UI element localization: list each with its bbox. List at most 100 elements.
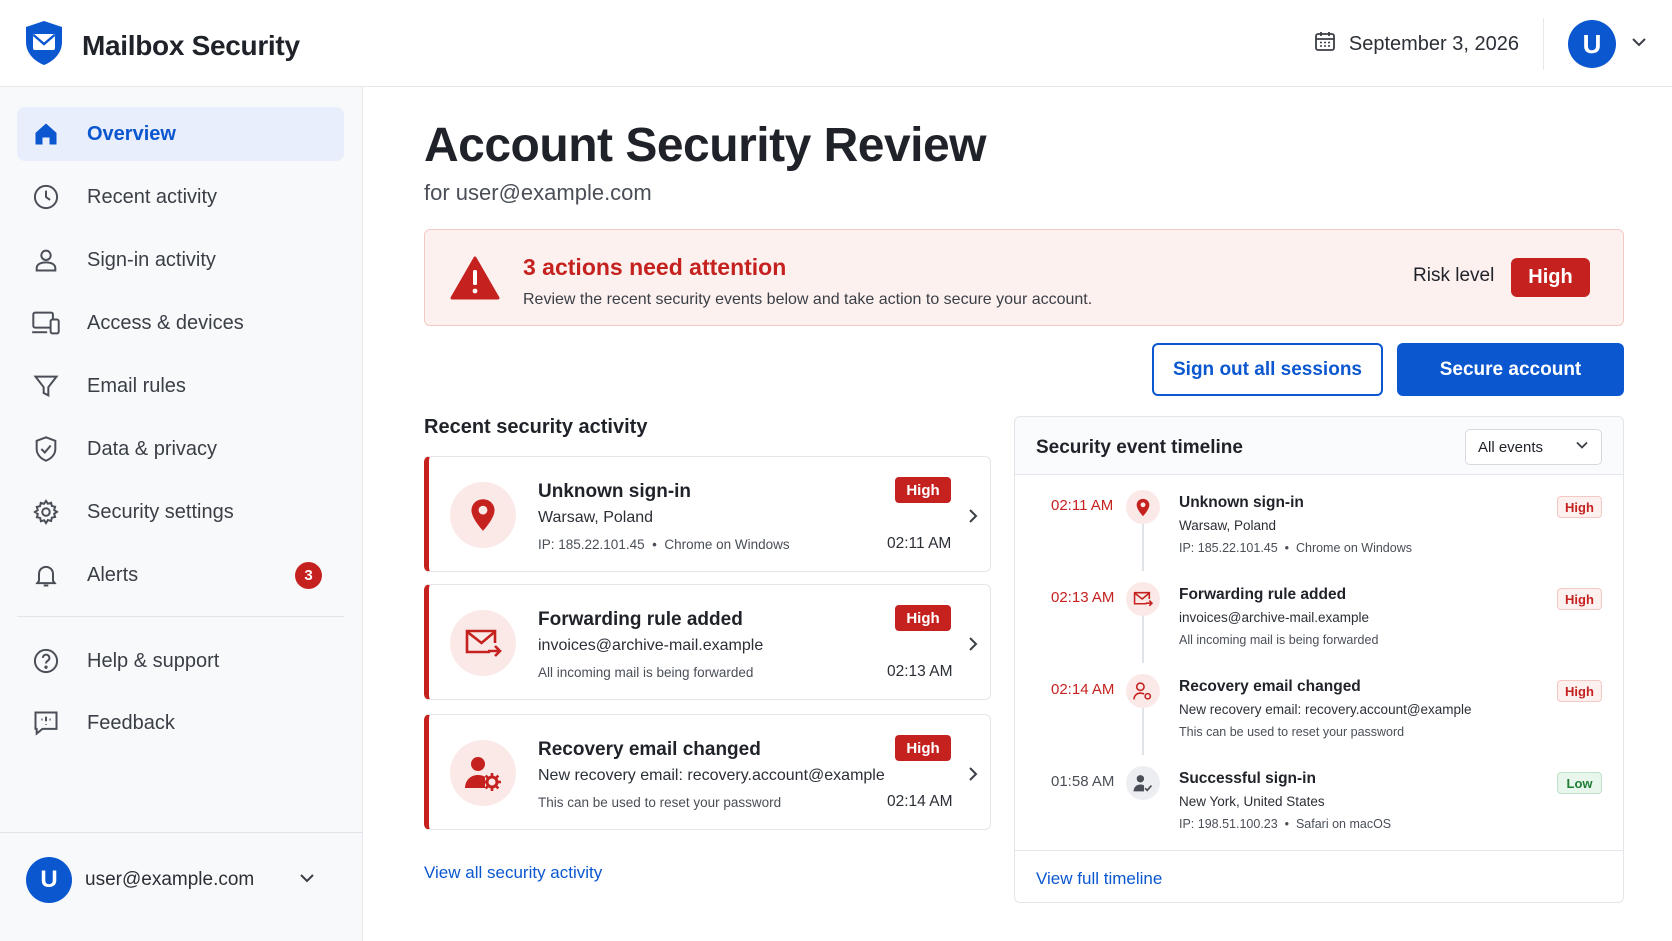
activity-card-unknown-sign-in[interactable]: Unknown sign-in Warsaw, Poland IP: 185.2… <box>424 456 991 572</box>
devices-icon <box>31 308 61 338</box>
top-right: September 3, 2026 U <box>1313 18 1648 70</box>
alert-title: 3 actions need attention <box>523 254 787 280</box>
page-subtitle: for user@example.com <box>424 180 652 205</box>
chevron-down-icon[interactable] <box>1630 33 1648 56</box>
location-pin-icon <box>450 482 516 548</box>
event-title: Forwarding rule added <box>1179 586 1347 603</box>
activity-detail: Warsaw, Poland <box>538 509 654 526</box>
sidebar-item-label: Feedback <box>87 711 175 734</box>
sidebar-item-label: Email rules <box>87 374 186 397</box>
timeline-title: Security event timeline <box>1036 437 1243 458</box>
date-display: September 3, 2026 <box>1313 18 1544 70</box>
severity-badge: High <box>1557 680 1602 702</box>
view-full-timeline-link[interactable]: View full timeline <box>1036 869 1162 889</box>
timeline-connector <box>1142 613 1144 663</box>
event-meta: IP: 198.51.100.23 • Safari on macOS <box>1179 817 1392 831</box>
bell-icon <box>31 560 61 590</box>
event-title: Unknown sign-in <box>1179 494 1304 511</box>
activity-meta: This can be used to reset your password <box>538 795 782 810</box>
sidebar-divider <box>17 616 344 617</box>
sidebar-item-label: Help & support <box>87 649 220 672</box>
sidebar-item-access-devices[interactable]: Access & devices <box>17 296 344 350</box>
security-event-timeline: Security event timeline All events 02:11… <box>1014 416 1624 903</box>
view-all-security-activity-link[interactable]: View all security activity <box>424 863 602 883</box>
recent-activity-title: Recent security activity <box>424 416 648 438</box>
page-title: Account Security Review <box>424 119 987 172</box>
activity-time: 02:14 AM <box>887 793 953 810</box>
timeline-connector <box>1142 521 1144 571</box>
event-title: Successful sign-in <box>1179 770 1316 787</box>
sidebar-item-label: Data & privacy <box>87 437 218 460</box>
brand[interactable]: Mailbox Security <box>24 20 300 71</box>
event-meta: This can be used to reset your password <box>1179 725 1405 739</box>
activity-time: 02:13 AM <box>887 663 953 680</box>
alerts-count-badge: 3 <box>295 562 322 589</box>
sidebar-item-sign-in-activity[interactable]: Sign-in activity <box>17 233 344 287</box>
activity-time: 02:11 AM <box>887 535 952 552</box>
event-time: 02:13 AM <box>1051 589 1115 606</box>
sidebar-item-security-settings[interactable]: Security settings <box>17 485 344 539</box>
event-time: 01:58 AM <box>1051 773 1115 790</box>
sidebar-item-label: Overview <box>87 122 176 145</box>
activity-detail: invoices@archive-mail.example <box>538 637 764 654</box>
secure-account-button[interactable]: Secure account <box>1397 343 1624 396</box>
activity-title: Recovery email changed <box>538 739 761 760</box>
sidebar-item-data-privacy[interactable]: Data & privacy <box>17 422 344 476</box>
chevron-down-icon <box>1575 438 1589 456</box>
person-icon <box>31 245 61 275</box>
activity-title: Unknown sign-in <box>538 481 692 502</box>
calendar-icon <box>1313 29 1337 59</box>
sidebar-item-label: Recent activity <box>87 185 218 208</box>
warning-icon <box>450 255 500 306</box>
user-gear-icon <box>1126 674 1160 708</box>
avatar: U <box>26 857 72 903</box>
gear-icon <box>31 497 61 527</box>
alert-description: Review the recent security events below … <box>523 291 1093 308</box>
risk-level-badge: High <box>1511 258 1590 297</box>
current-date: September 3, 2026 <box>1348 32 1519 55</box>
chevron-right-icon[interactable] <box>966 507 980 530</box>
event-title: Recovery email changed <box>1179 678 1361 695</box>
chevron-right-icon[interactable] <box>966 765 980 788</box>
top-bar: Mailbox Security September 3, 2026 U <box>0 0 1672 87</box>
activity-meta: All incoming mail is being forwarded <box>538 665 754 680</box>
timeline-divider <box>1015 850 1623 851</box>
user-avatar[interactable]: U <box>1568 20 1616 68</box>
activity-card-forwarding-rule[interactable]: Forwarding rule added invoices@archive-m… <box>424 584 991 700</box>
sidebar-item-email-rules[interactable]: Email rules <box>17 359 344 413</box>
event-time: 02:11 AM <box>1051 497 1114 514</box>
sidebar-item-overview[interactable]: Overview <box>17 107 344 161</box>
event-detail: Warsaw, Poland <box>1179 518 1277 533</box>
sidebar-item-recent-activity[interactable]: Recent activity <box>17 170 344 224</box>
severity-badge: High <box>895 477 951 503</box>
user-check-icon <box>1126 766 1160 800</box>
account-switcher[interactable]: U user@example.com <box>0 832 362 941</box>
chevron-right-icon[interactable] <box>966 635 980 658</box>
clock-icon <box>31 182 61 212</box>
risk-level-label: Risk level <box>1413 265 1495 286</box>
event-filter-select[interactable]: All events <box>1465 429 1602 465</box>
sidebar-item-help-support[interactable]: Help & support <box>17 634 344 688</box>
event-detail: invoices@archive-mail.example <box>1179 610 1370 625</box>
sidebar: Overview Recent activity Sign-in activit… <box>0 87 363 941</box>
home-icon <box>31 119 61 149</box>
severity-badge: Low <box>1557 772 1602 794</box>
event-filter-value: All events <box>1478 438 1544 456</box>
help-icon <box>31 646 61 676</box>
sign-out-all-sessions-button[interactable]: Sign out all sessions <box>1152 343 1383 396</box>
app-title: Mailbox Security <box>82 29 300 61</box>
event-detail: New recovery email: recovery.account@exa… <box>1179 702 1472 717</box>
shield-check-icon <box>31 434 61 464</box>
timeline-header: Security event timeline All events <box>1015 417 1623 475</box>
location-pin-icon <box>1126 490 1160 524</box>
sidebar-item-alerts[interactable]: Alerts 3 <box>17 548 344 602</box>
event-meta: All incoming mail is being forwarded <box>1179 633 1379 647</box>
chevron-down-icon[interactable] <box>298 869 316 892</box>
sidebar-item-label: Sign-in activity <box>87 248 216 271</box>
event-time: 02:14 AM <box>1051 681 1115 698</box>
shield-mail-logo-icon <box>24 20 64 71</box>
activity-card-recovery-email[interactable]: Recovery email changed New recovery emai… <box>424 714 991 830</box>
user-gear-icon <box>450 740 516 806</box>
severity-badge: High <box>1557 588 1602 610</box>
sidebar-item-feedback[interactable]: Feedback <box>17 696 344 750</box>
